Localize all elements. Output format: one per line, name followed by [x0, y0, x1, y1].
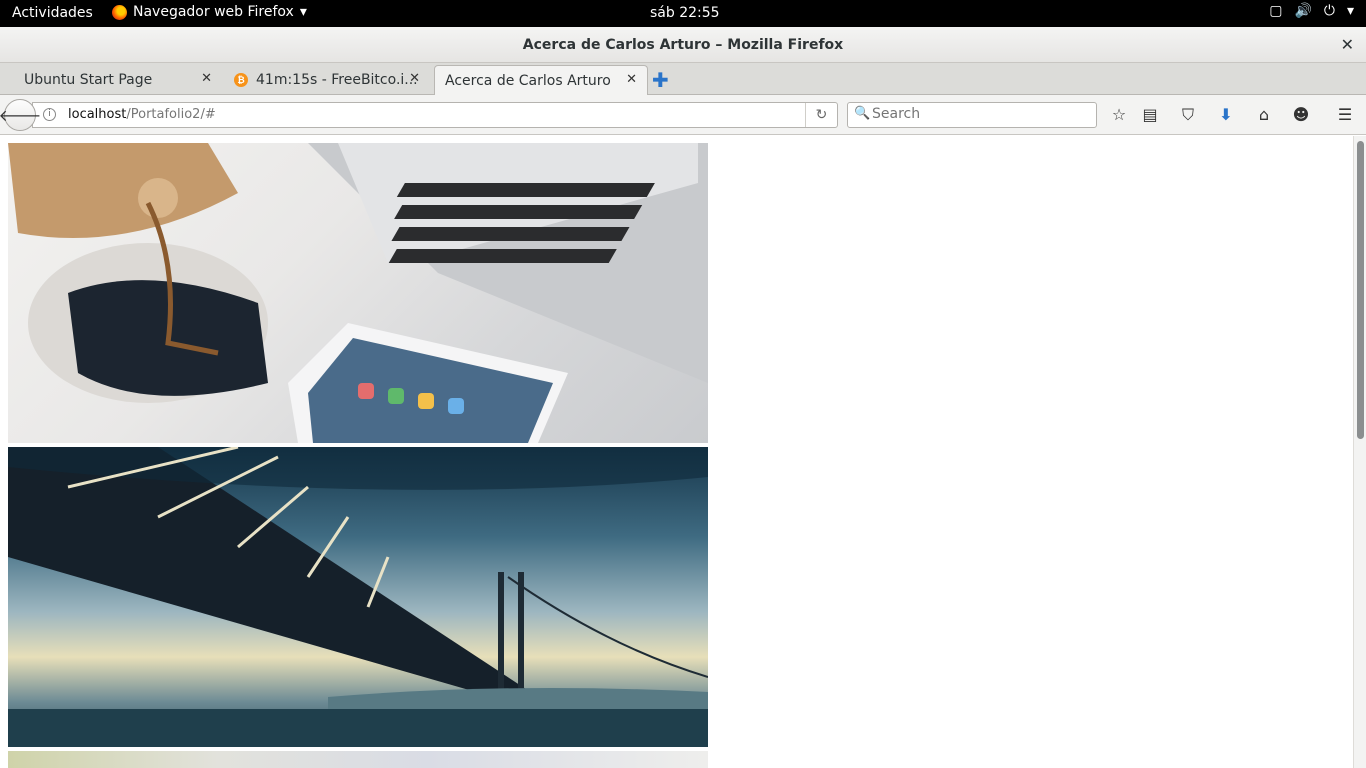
pocket-icon[interactable]: ⛉ — [1177, 104, 1199, 126]
tab-label: Ubuntu Start Page — [24, 72, 153, 88]
power-icon: ⏻ — [1323, 3, 1335, 19]
window-title: Acerca de Carlos Arturo – Mozilla Firefo… — [522, 37, 844, 53]
clock[interactable]: sáb 22:55 — [650, 5, 720, 21]
desk-photo — [8, 751, 708, 768]
download-arrow-icon[interactable]: ⬇ — [1215, 104, 1237, 126]
bridge-photo — [8, 447, 708, 747]
tab-ubuntu-start-page[interactable]: Ubuntu Start Page ✕ — [0, 65, 222, 95]
app-menu[interactable]: Navegador web Firefox ▾ — [112, 4, 307, 20]
close-icon[interactable]: ✕ — [201, 71, 212, 86]
page-viewport — [0, 136, 1353, 768]
reload-button[interactable]: ↻ — [805, 103, 837, 127]
bridge-illustration — [8, 447, 708, 747]
volume-icon: 🔊 — [1294, 3, 1312, 19]
tab-strip: Ubuntu Start Page ✕ ₿ 41m:15s - FreeBitc… — [0, 63, 1366, 95]
info-icon[interactable]: i — [43, 108, 56, 121]
tab-label: Acerca de Carlos Arturo — [445, 72, 611, 89]
activities-button[interactable]: Actividades — [12, 5, 93, 21]
url-path: /Portafolio2/# — [126, 107, 216, 122]
workspace-photo — [8, 143, 708, 443]
vertical-scrollbar[interactable] — [1353, 136, 1366, 768]
laptop-coffee-illustration — [8, 143, 708, 443]
chevron-down-icon: ▾ — [1346, 3, 1354, 19]
url-text[interactable]: localhost/Portafolio2/# — [68, 107, 216, 122]
window-icon: ▢ — [1269, 3, 1283, 19]
nav-toolbar: 🡐 i localhost/Portafolio2/# ↻ 🔍 ☆ ▤ ⛉ ⬇ … — [0, 95, 1366, 135]
hamburger-icon[interactable]: ☰ — [1334, 104, 1356, 126]
window-close-button[interactable]: ✕ — [1341, 27, 1354, 63]
close-icon[interactable]: ✕ — [626, 72, 637, 87]
clipboard-icon[interactable]: ▤ — [1139, 104, 1161, 126]
back-button[interactable]: 🡐 — [0, 99, 41, 131]
search-icon: 🔍 — [854, 106, 871, 121]
star-icon[interactable]: ☆ — [1108, 104, 1130, 126]
arrow-left-icon: 🡐 — [0, 106, 42, 125]
tab-label: 41m:15s - FreeBitco.i... — [256, 72, 418, 88]
close-icon[interactable]: ✕ — [409, 71, 420, 86]
url-bar[interactable]: i localhost/Portafolio2/# ↻ — [32, 102, 838, 128]
url-host: localhost — [68, 107, 127, 122]
new-tab-button[interactable]: ✚ — [652, 68, 669, 92]
reload-icon: ↻ — [815, 107, 828, 123]
tab-freebitcoin[interactable]: ₿ 41m:15s - FreeBitco.i... ✕ — [234, 65, 430, 95]
scrollbar-thumb[interactable] — [1357, 141, 1364, 439]
gnome-top-bar: Actividades Navegador web Firefox ▾ sáb … — [0, 0, 1366, 27]
chevron-down-icon: ▾ — [299, 4, 307, 20]
home-icon[interactable]: ⌂ — [1253, 104, 1275, 126]
search-bar[interactable]: 🔍 — [847, 102, 1097, 128]
app-menu-label: Navegador web Firefox — [133, 4, 294, 20]
bitcoin-icon: ₿ — [234, 73, 248, 87]
tab-acerca[interactable]: Acerca de Carlos Arturo ✕ — [434, 65, 648, 95]
search-input[interactable] — [872, 106, 1087, 122]
window-titlebar: Acerca de Carlos Arturo – Mozilla Firefo… — [0, 27, 1366, 63]
system-menu[interactable]: ▢ 🔊 ⏻ ▾ — [1269, 3, 1354, 19]
firefox-icon — [112, 4, 127, 20]
chat-icon[interactable]: ☻ — [1290, 104, 1312, 126]
